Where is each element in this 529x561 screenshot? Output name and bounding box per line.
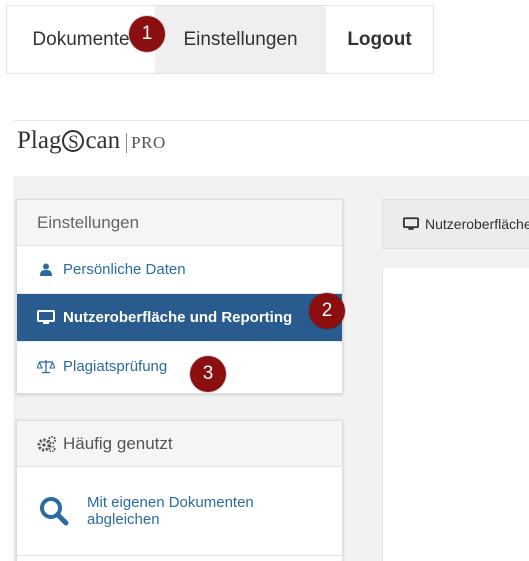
- step-badge-1: 1: [129, 16, 165, 52]
- settings-panel-title: Einstellungen: [17, 200, 342, 246]
- tab-settings[interactable]: Einstellungen: [155, 6, 326, 73]
- logo-edition: PRO: [126, 133, 166, 153]
- logo-s-mark: S: [62, 130, 85, 153]
- frequent-panel: Häufig genutzt Mit eigenen Dokumenten ab…: [16, 420, 343, 561]
- user-icon: [37, 262, 55, 278]
- scale-icon: [37, 358, 55, 374]
- cogs-icon: [37, 435, 57, 452]
- sidebar-item-label: Nutzeroberfläche und Reporting: [63, 309, 293, 326]
- settings-panel: Einstellungen Persönliche Daten Nutzerob…: [16, 199, 343, 394]
- search-icon: [39, 496, 69, 526]
- frequent-item-compare-own-docs[interactable]: Mit eigenen Dokumenten abgleichen: [17, 467, 342, 555]
- brand-bar: Plag Scan PRO: [14, 120, 529, 176]
- step-badge-3: 3: [190, 356, 226, 392]
- sidebar-item-label: Plagiatsprüfung: [63, 357, 168, 375]
- content-tab-label: Nutzeroberfläche: [425, 216, 529, 232]
- plagscan-logo[interactable]: Plag Scan PRO: [17, 127, 166, 155]
- frequent-panel-title: Häufig genutzt: [63, 433, 173, 453]
- logo-text-prefix: Plag: [17, 127, 62, 154]
- logout-button[interactable]: Logout: [326, 6, 433, 73]
- sidebar-item-personal-data[interactable]: Persönliche Daten: [17, 246, 342, 294]
- logo-text-suffix: can: [85, 127, 121, 154]
- sidebar-item-plagiarism-check[interactable]: Plagiatsprüfung: [17, 342, 342, 390]
- top-nav: Dokumente Einstellungen Logout: [6, 5, 434, 74]
- sidebar-item-label: Persönliche Daten: [63, 261, 186, 278]
- frequent-panel-header: Häufig genutzt: [17, 421, 342, 467]
- frequent-item-label: Mit eigenen Dokumenten abgleichen: [87, 494, 254, 528]
- monitor-icon: [37, 310, 55, 326]
- monitor-icon: [403, 217, 419, 231]
- step-badge-2: 2: [309, 293, 345, 329]
- panel-divider: [17, 555, 342, 556]
- content-tab-interface[interactable]: Nutzeroberfläche: [382, 199, 529, 249]
- content-body: [382, 268, 529, 561]
- sidebar-item-interface-reporting[interactable]: Nutzeroberfläche und Reporting: [17, 294, 342, 342]
